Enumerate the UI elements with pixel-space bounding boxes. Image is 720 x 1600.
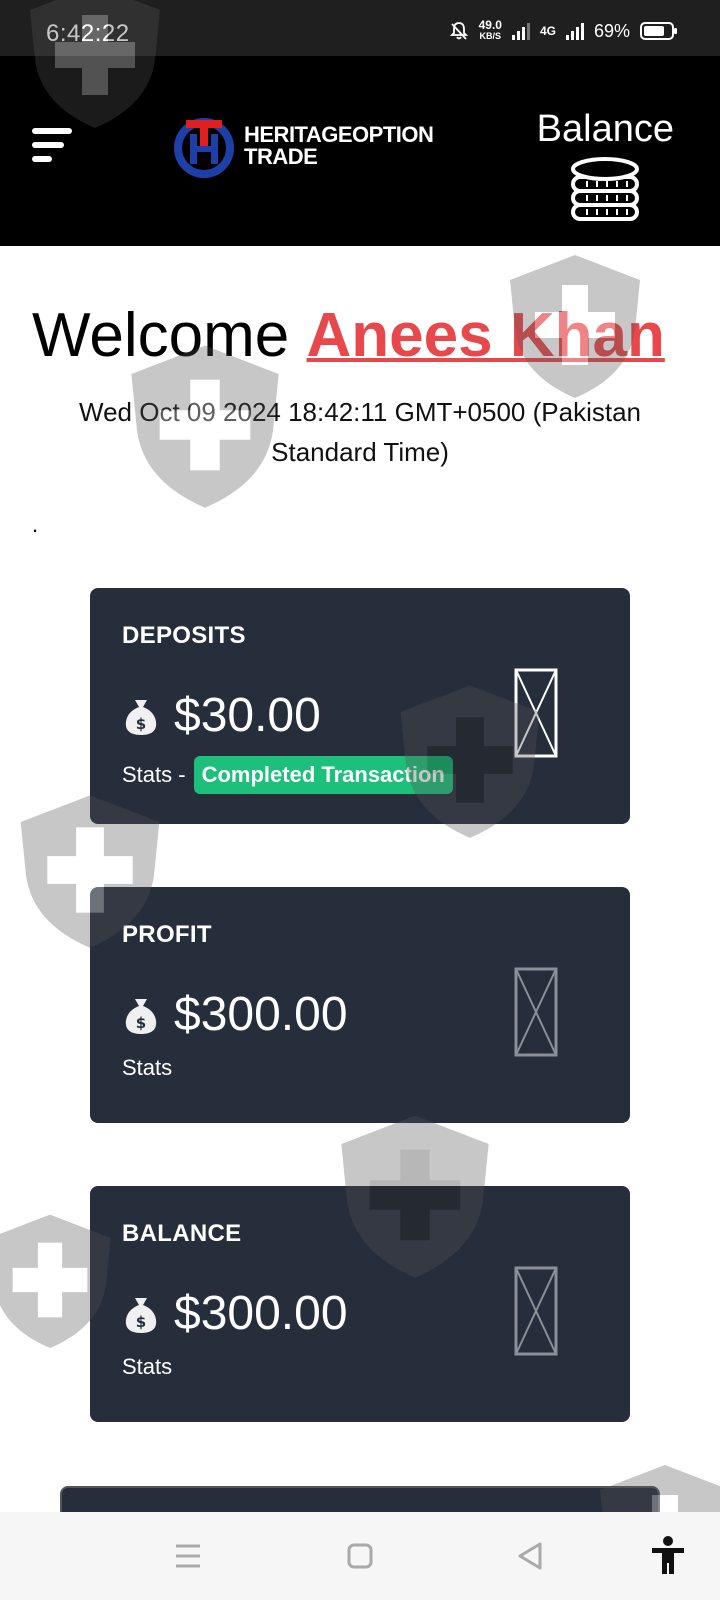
accessibility-icon[interactable] (646, 1534, 690, 1578)
balance-link[interactable]: Balance (537, 108, 674, 225)
card-title: DEPOSITS (122, 622, 246, 649)
back-triangle-icon[interactable] (508, 1534, 552, 1578)
balance-card: BALANCE $ $300.00 Stats (90, 1186, 630, 1422)
deposits-card: DEPOSITS $ $30.00 Stats - Completed Tran… (90, 588, 630, 824)
card-amount: $ $30.00 (122, 688, 321, 743)
battery-percent: 69% (593, 20, 630, 41)
money-bag-icon: $ (125, 998, 157, 1034)
money-bag-icon: $ (125, 699, 157, 735)
logo-text: HERITAGEOPTION TRADE (244, 122, 434, 169)
logo-ht-icon (174, 118, 234, 178)
home-square-icon[interactable] (338, 1534, 382, 1578)
card-stats: Stats (122, 1055, 173, 1080)
battery-icon (640, 22, 677, 40)
money-bag-icon: $ (125, 1297, 157, 1333)
svg-text:$: $ (136, 1313, 146, 1331)
bell-muted-icon (449, 22, 468, 40)
system-nav-bar (0, 1512, 720, 1600)
card-amount: $ $300.00 (122, 1286, 348, 1341)
card-title: BALANCE (122, 1220, 242, 1247)
separator-dot: . (32, 512, 39, 537)
broken-image-icon (514, 668, 558, 758)
welcome-heading: Welcome Anees Khan (32, 301, 665, 370)
recent-apps-icon[interactable] (166, 1534, 210, 1578)
svg-text:$: $ (136, 1014, 146, 1032)
card-stats: Stats (122, 1354, 173, 1379)
hamburger-menu-icon[interactable] (32, 128, 74, 164)
current-datetime: Wed Oct 09 2024 18:42:11 GMT+0500 (Pakis… (79, 397, 641, 467)
brand-logo[interactable]: HERITAGEOPTION TRADE (172, 114, 434, 178)
card-title: PROFIT (122, 921, 212, 948)
app-header: HERITAGEOPTION TRADE Balance (0, 56, 720, 246)
network-speed: 49.0 KB/S (478, 18, 502, 41)
user-name-link[interactable]: Anees Khan (307, 301, 665, 370)
svg-text:$: $ (136, 715, 146, 733)
broken-image-icon (514, 967, 558, 1057)
card-stats: Stats - Completed Transaction (122, 756, 453, 794)
coins-stack-icon (571, 157, 640, 221)
signal-4g-icon (565, 22, 584, 40)
status-bar: 6:42:22 49.0 KB/S 4G 69% (0, 0, 720, 56)
status-icons: 49.0 KB/S 4G 69% (449, 18, 677, 42)
broken-image-icon (514, 1266, 558, 1356)
status-time: 6:42:22 (46, 20, 130, 47)
profit-card: PROFIT $ $300.00 Stats (90, 887, 630, 1123)
status-badge: Completed Transaction (193, 756, 453, 794)
network-type: 4G (539, 24, 556, 38)
card-amount: $ $300.00 (122, 987, 348, 1042)
signal-icon (511, 22, 530, 40)
